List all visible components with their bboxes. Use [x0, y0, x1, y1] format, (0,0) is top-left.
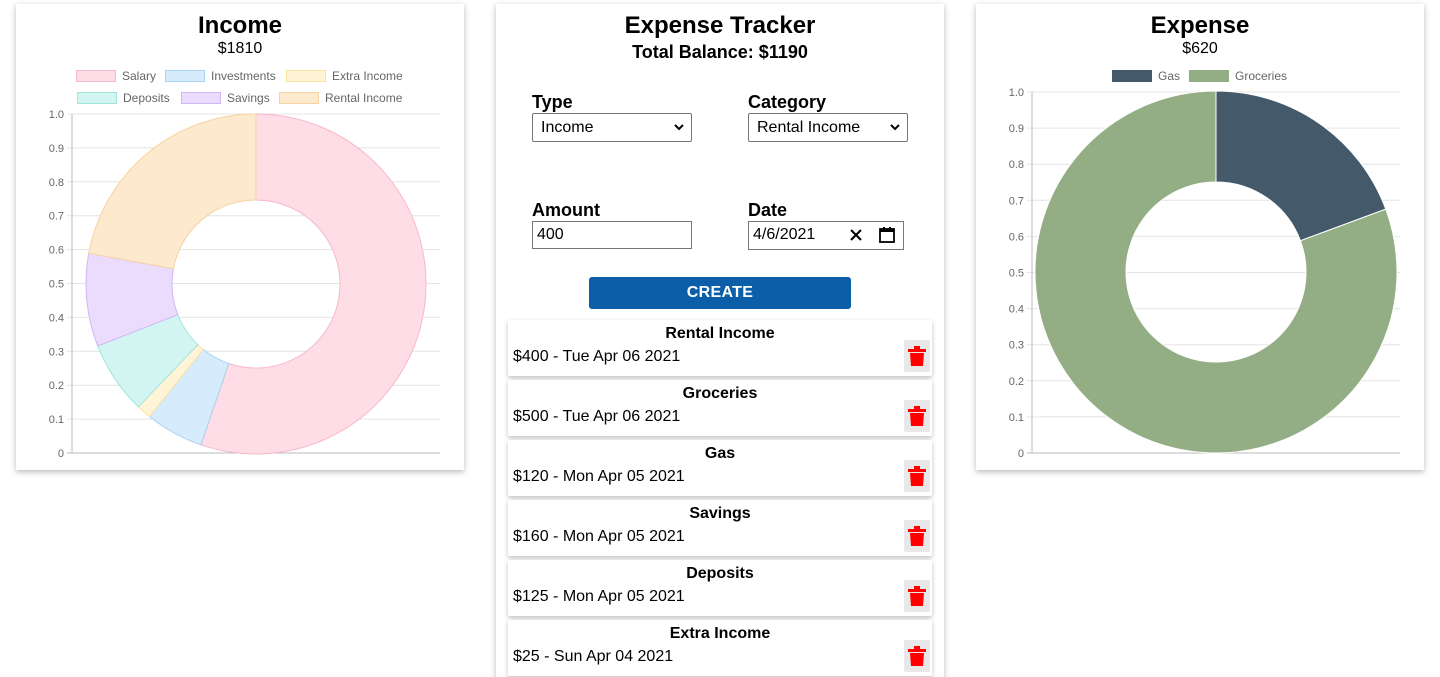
y-tick-label: 0.4	[49, 312, 64, 324]
y-tick-label: 0.6	[1009, 231, 1024, 243]
y-tick-label: 0.1	[1009, 412, 1024, 424]
transaction-category: Groceries	[682, 385, 758, 402]
expense-card: Expense $620 Gas Groceries 1.0 0.9 0.8 0.7 0…	[976, 4, 1424, 470]
trash-icon	[908, 586, 926, 606]
y-tick-label: 1.0	[49, 109, 64, 121]
y-tick-label: 0.1	[49, 414, 64, 426]
list-item: Deposits $125 - Mon Apr 05 2021	[508, 560, 932, 616]
trash-icon	[908, 646, 926, 666]
type-select[interactable]: Income	[532, 113, 692, 142]
clear-date-icon[interactable]	[849, 228, 863, 242]
transaction-details: $120 - Mon Apr 05 2021	[513, 468, 685, 485]
total-balance: Total Balance: $1190	[632, 42, 808, 62]
expense-doughnut-chart: 1.0 0.9 0.8 0.7 0.6 0.5 0.4 0.3 0.2 0.1 0	[1009, 87, 1400, 460]
transaction-details: $160 - Mon Apr 05 2021	[513, 528, 685, 545]
y-tick-label: 0.2	[1009, 376, 1024, 388]
delete-button[interactable]	[904, 520, 930, 552]
slice-rental-income	[88, 113, 257, 270]
y-tick-label: 0.3	[1009, 340, 1024, 352]
y-tick-label: 0.8	[49, 177, 64, 189]
transaction-category: Savings	[689, 505, 751, 522]
category-label: Category	[748, 92, 827, 112]
date-value: 4/6/2021	[753, 226, 816, 243]
amount-value: 400	[537, 226, 564, 243]
trash-icon	[908, 406, 926, 426]
list-item: Extra Income $25 - Sun Apr 04 2021	[508, 620, 932, 676]
list-item: Rental Income $400 - Tue Apr 06 2021	[508, 320, 932, 376]
y-tick-label: 1.0	[1009, 87, 1024, 99]
delete-button[interactable]	[904, 580, 930, 612]
y-tick-label: 0.9	[1009, 123, 1024, 135]
date-input[interactable]: 4/6/2021	[748, 221, 904, 250]
delete-button[interactable]	[904, 640, 930, 672]
y-tick-label: 0.3	[49, 346, 64, 358]
y-tick-label: 0	[58, 448, 64, 460]
trash-icon	[908, 346, 926, 366]
delete-button[interactable]	[904, 340, 930, 372]
amount-input[interactable]: 400	[532, 221, 692, 249]
delete-button[interactable]	[904, 460, 930, 492]
income-doughnut-chart: 1.0 0.9 0.8 0.7 0.6 0.5 0.4 0.3 0.2 0.1 0	[49, 109, 440, 460]
y-tick-label: 0	[1018, 448, 1024, 460]
y-tick-label: 0.5	[49, 279, 64, 291]
transaction-details: $500 - Tue Apr 06 2021	[513, 408, 681, 425]
date-label: Date	[748, 200, 788, 220]
category-select-value: Rental Income	[757, 119, 861, 136]
y-tick-label: 0.2	[49, 380, 64, 392]
type-label: Type	[532, 92, 573, 112]
type-select-value: Income	[541, 119, 594, 136]
calendar-icon[interactable]	[878, 226, 896, 244]
y-tick-label: 0.7	[1009, 195, 1024, 207]
y-tick-label: 0.6	[49, 245, 64, 257]
chevron-down-icon	[674, 124, 684, 131]
expense-tracker-card: Expense Tracker Total Balance: $1190 Typ…	[496, 4, 944, 677]
tracker-title: Expense Tracker	[624, 12, 816, 39]
list-item: Savings $160 - Mon Apr 05 2021	[508, 500, 932, 556]
trash-icon	[908, 466, 926, 486]
chevron-down-icon	[890, 124, 900, 131]
transaction-category: Gas	[704, 445, 736, 462]
transaction-category: Deposits	[686, 565, 754, 582]
create-button[interactable]: CREATE	[589, 277, 851, 309]
y-tick-label: 0.8	[1009, 159, 1024, 171]
delete-button[interactable]	[904, 400, 930, 432]
transaction-category: Extra Income	[669, 625, 771, 642]
y-tick-label: 0.7	[49, 211, 64, 223]
y-tick-label: 0.4	[1009, 304, 1024, 316]
amount-label: Amount	[532, 200, 600, 220]
y-tick-label: 0.9	[49, 143, 64, 155]
transaction-details: $400 - Tue Apr 06 2021	[513, 348, 681, 365]
transaction-details: $25 - Sun Apr 04 2021	[513, 648, 674, 665]
transaction-details: $125 - Mon Apr 05 2021	[513, 588, 685, 605]
y-tick-label: 0.5	[1009, 268, 1024, 280]
transaction-category: Rental Income	[665, 325, 775, 342]
list-item: Gas $120 - Mon Apr 05 2021	[508, 440, 932, 496]
income-card: Income $1810 Salary Investments Extra In…	[16, 4, 464, 470]
list-item: Groceries $500 - Tue Apr 06 2021	[508, 380, 932, 436]
category-select[interactable]: Rental Income	[748, 113, 908, 142]
trash-icon	[908, 526, 926, 546]
